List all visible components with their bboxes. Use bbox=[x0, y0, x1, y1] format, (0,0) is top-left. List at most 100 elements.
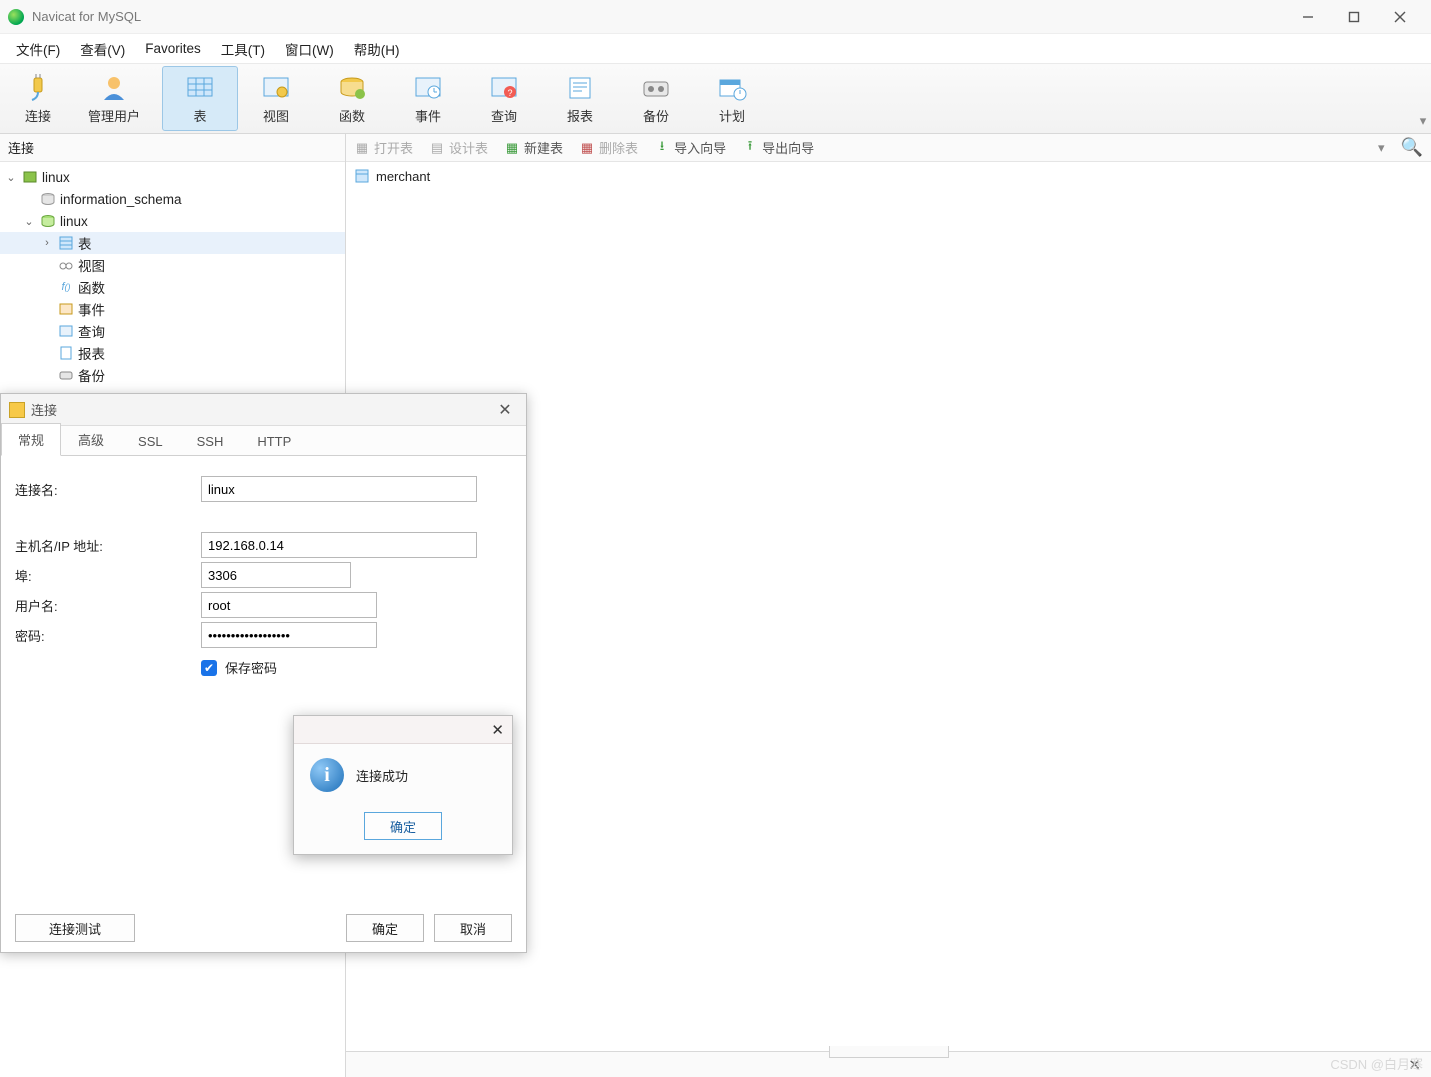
function-icon bbox=[334, 72, 370, 104]
password-input[interactable] bbox=[201, 622, 377, 648]
tab-ssh[interactable]: SSH bbox=[180, 427, 241, 455]
tab-general[interactable]: 常规 bbox=[1, 423, 61, 456]
minimize-button[interactable] bbox=[1285, 0, 1331, 34]
tb-table[interactable]: 表 bbox=[162, 66, 238, 131]
event-small-icon bbox=[58, 301, 74, 317]
watermark: CSDN @白月寒 bbox=[1330, 1054, 1423, 1073]
tb-query-label: 查询 bbox=[491, 106, 517, 125]
msgbox-close-icon[interactable]: ✕ bbox=[491, 721, 504, 739]
dialog-title: 连接 bbox=[31, 400, 492, 419]
menu-file[interactable]: 文件(F) bbox=[6, 35, 70, 63]
toolbar-overflow-icon[interactable]: ▾ bbox=[1415, 66, 1431, 131]
name-label: 连接名: bbox=[15, 480, 201, 499]
tb-func[interactable]: 函数 bbox=[314, 66, 390, 131]
tb-query[interactable]: ? 查询 bbox=[466, 66, 542, 131]
tb-view[interactable]: 视图 bbox=[238, 66, 314, 131]
tb-backup[interactable]: 备份 bbox=[618, 66, 694, 131]
maximize-button[interactable] bbox=[1331, 0, 1377, 34]
tb-event[interactable]: 事件 bbox=[390, 66, 466, 131]
tree-views[interactable]: 视图 bbox=[0, 254, 345, 276]
tree-infoschema[interactable]: information_schema bbox=[0, 188, 345, 210]
connection-name-input[interactable] bbox=[201, 476, 477, 502]
expand-icon[interactable]: › bbox=[40, 237, 54, 249]
tb-view-label: 视图 bbox=[263, 106, 289, 125]
menu-help[interactable]: 帮助(H) bbox=[344, 35, 410, 63]
glasses-icon bbox=[58, 257, 74, 273]
tab-http[interactable]: HTTP bbox=[240, 427, 308, 455]
tree-backups[interactable]: 备份 bbox=[0, 364, 345, 386]
tb-report[interactable]: 报表 bbox=[542, 66, 618, 131]
dialog-close-icon[interactable]: ✕ bbox=[492, 400, 518, 420]
menubar: 文件(F) 查看(V) Favorites 工具(T) 窗口(W) 帮助(H) bbox=[0, 34, 1431, 64]
expand-icon[interactable]: ⌄ bbox=[22, 215, 36, 228]
open-table-icon: ▦ bbox=[354, 140, 370, 156]
table-subtoolbar: ▦打开表 ▤设计表 ▦新建表 ▦删除表 ⭳导入向导 ⭱导出向导 ▾ 🔍 bbox=[346, 134, 1431, 162]
dialog-body: 连接名: 主机名/IP 地址: 埠: 用户名: 密码: ✔ 保存密码 bbox=[1, 456, 526, 677]
tree-queries[interactable]: 查询 bbox=[0, 320, 345, 342]
tree-backups-label: 备份 bbox=[78, 365, 105, 385]
tree-events[interactable]: 事件 bbox=[0, 298, 345, 320]
fx-icon: f() bbox=[58, 279, 74, 295]
report-small-icon bbox=[58, 345, 74, 361]
menu-fav[interactable]: Favorites bbox=[135, 37, 211, 60]
ok-button[interactable]: 确定 bbox=[346, 914, 424, 942]
close-button[interactable] bbox=[1377, 0, 1423, 34]
sb-export[interactable]: ⭱导出向导 bbox=[742, 138, 814, 157]
panel-gripper[interactable] bbox=[829, 1046, 949, 1058]
tb-connect[interactable]: 连接 bbox=[0, 66, 76, 131]
sb-new[interactable]: ▦新建表 bbox=[504, 138, 563, 157]
table-name: merchant bbox=[376, 169, 430, 184]
sb-delete[interactable]: ▦删除表 bbox=[579, 138, 638, 157]
port-label: 埠: bbox=[15, 566, 201, 585]
svg-text:?: ? bbox=[507, 88, 512, 98]
window-title: Navicat for MySQL bbox=[32, 9, 1285, 24]
sb-open[interactable]: ▦打开表 bbox=[354, 138, 413, 157]
menu-window[interactable]: 窗口(W) bbox=[275, 35, 344, 63]
sb-import[interactable]: ⭳导入向导 bbox=[654, 138, 726, 157]
table-row[interactable]: merchant bbox=[354, 166, 1423, 186]
dialog-tabs: 常规 高级 SSL SSH HTTP bbox=[1, 426, 526, 456]
tree-connection[interactable]: ⌄ linux bbox=[0, 166, 345, 188]
msgbox-ok-button[interactable]: 确定 bbox=[364, 812, 442, 840]
sb-design[interactable]: ▤设计表 bbox=[429, 138, 488, 157]
tb-users-label: 管理用户 bbox=[88, 106, 140, 125]
menu-view[interactable]: 查看(V) bbox=[70, 35, 135, 63]
table-icon bbox=[182, 72, 218, 104]
message-box: ✕ i 连接成功 确定 bbox=[293, 715, 513, 855]
tree-tables-label: 表 bbox=[78, 233, 92, 253]
host-input[interactable] bbox=[201, 532, 477, 558]
tb-users[interactable]: 管理用户 bbox=[76, 66, 152, 131]
tab-advanced[interactable]: 高级 bbox=[61, 423, 121, 455]
dialog-footer: 连接测试 确定 取消 bbox=[1, 914, 526, 942]
sidebar-header: 连接 bbox=[0, 134, 345, 162]
delete-table-icon: ▦ bbox=[579, 140, 595, 156]
report-icon bbox=[562, 72, 598, 104]
menu-tools[interactable]: 工具(T) bbox=[211, 35, 275, 63]
tree-queries-label: 查询 bbox=[78, 321, 105, 341]
search-icon[interactable]: 🔍 bbox=[1401, 137, 1423, 158]
export-icon: ⭱ bbox=[742, 140, 758, 156]
tree-views-label: 视图 bbox=[78, 255, 105, 275]
tree-funcs[interactable]: f()函数 bbox=[0, 276, 345, 298]
save-password-checkbox[interactable]: ✔ bbox=[201, 660, 217, 676]
tab-ssl[interactable]: SSL bbox=[121, 427, 180, 455]
msgbox-titlebar[interactable]: ✕ bbox=[294, 716, 512, 744]
username-input[interactable] bbox=[201, 592, 377, 618]
tree-reports[interactable]: 报表 bbox=[0, 342, 345, 364]
expand-icon[interactable]: ⌄ bbox=[4, 171, 18, 184]
tb-schedule[interactable]: 计划 bbox=[694, 66, 770, 131]
test-connection-button[interactable]: 连接测试 bbox=[15, 914, 135, 942]
tb-report-label: 报表 bbox=[567, 106, 593, 125]
tree-db[interactable]: ⌄ linux bbox=[0, 210, 345, 232]
port-input[interactable] bbox=[201, 562, 351, 588]
app-logo-icon bbox=[8, 9, 24, 25]
msgbox-text: 连接成功 bbox=[356, 766, 408, 785]
tree-infoschema-label: information_schema bbox=[60, 192, 182, 207]
pass-label: 密码: bbox=[15, 626, 201, 645]
dialog-titlebar[interactable]: 连接 ✕ bbox=[1, 394, 526, 426]
tree-tables[interactable]: › 表 bbox=[0, 232, 345, 254]
tb-event-label: 事件 bbox=[415, 106, 441, 125]
titlebar: Navicat for MySQL bbox=[0, 0, 1431, 34]
sb-overflow[interactable]: ▾ bbox=[1378, 140, 1385, 156]
cancel-button[interactable]: 取消 bbox=[434, 914, 512, 942]
